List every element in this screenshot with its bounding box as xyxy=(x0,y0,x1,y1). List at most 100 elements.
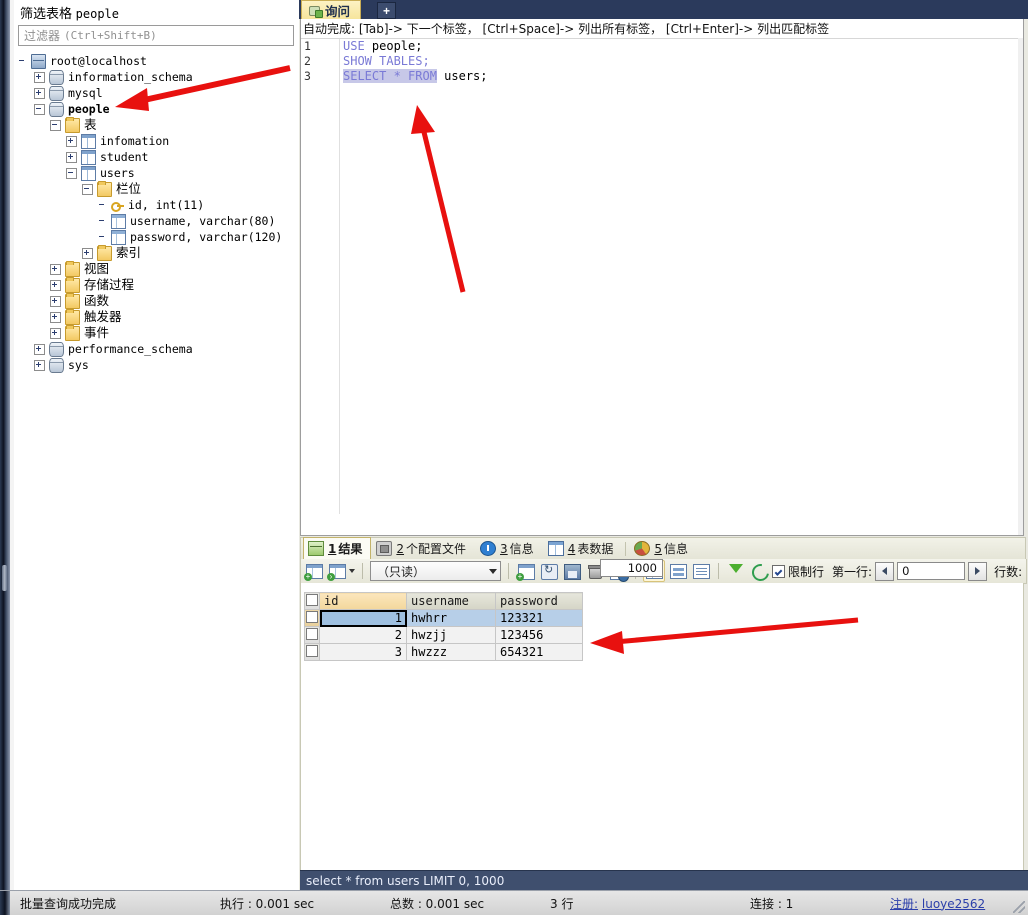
register-link[interactable]: 注册: luoye2562 xyxy=(880,895,995,912)
first-row-prev-button[interactable] xyxy=(875,561,895,581)
tab-query[interactable]: 询问 xyxy=(301,0,362,20)
expand-icon[interactable] xyxy=(34,87,45,99)
table-row[interactable]: 1 hwhrr 123321 xyxy=(304,609,583,627)
results-tab-3[interactable]: 3 信息 xyxy=(475,537,543,560)
tree-item[interactable]: root@localhost xyxy=(14,53,298,69)
add-row-button[interactable]: + xyxy=(516,561,536,581)
checkbox-icon[interactable] xyxy=(306,627,318,640)
editor-vertical-scrollbar[interactable] xyxy=(1018,38,1023,535)
export-grid-button[interactable]: › xyxy=(327,561,347,581)
tree-item[interactable]: sys xyxy=(14,357,298,373)
expand-icon[interactable] xyxy=(50,279,61,291)
save-changes-button[interactable] xyxy=(562,561,582,581)
checkbox-icon[interactable] xyxy=(306,593,318,606)
cell-id[interactable]: 2 xyxy=(319,626,407,644)
table-row[interactable]: 3 hwzzz 654321 xyxy=(304,643,583,661)
expand-icon[interactable] xyxy=(82,247,93,259)
results-tab-5[interactable]: 5 信息 xyxy=(629,537,697,560)
expand-icon[interactable] xyxy=(50,263,61,275)
column-header[interactable]: id xyxy=(319,592,407,610)
export-dropdown-caret-icon[interactable] xyxy=(349,569,355,573)
tree-item[interactable]: infomation xyxy=(14,133,298,149)
column-header[interactable]: password xyxy=(495,592,583,610)
cell-id[interactable]: 1 xyxy=(319,609,407,627)
collapse-icon[interactable] xyxy=(34,103,45,115)
tree-item[interactable]: password, varchar(120) xyxy=(14,229,298,245)
tree-item[interactable]: student xyxy=(14,149,298,165)
tree-item[interactable]: performance_schema xyxy=(14,341,298,357)
expand-icon[interactable] xyxy=(34,71,45,83)
first-row-input[interactable]: 0 xyxy=(897,562,966,580)
panel-splitter-handle[interactable] xyxy=(2,565,7,591)
cell-password[interactable]: 123321 xyxy=(495,609,583,627)
row-select-cell[interactable] xyxy=(304,609,320,627)
text-view-button[interactable] xyxy=(691,561,711,581)
refresh-button[interactable] xyxy=(748,560,773,585)
row-count-input[interactable]: 1000 xyxy=(600,559,663,577)
cell-username[interactable]: hwzzz xyxy=(406,643,496,661)
results-tab-4[interactable]: 4 表数据 xyxy=(543,537,623,560)
cell-username[interactable]: hwzjj xyxy=(406,626,496,644)
tree-item[interactable]: 触发器 xyxy=(14,308,298,325)
tree-item[interactable]: 函数 xyxy=(14,292,298,309)
tree-item[interactable]: 表 xyxy=(14,116,298,133)
row-select-cell[interactable] xyxy=(304,626,320,644)
tree-spacer xyxy=(98,233,107,242)
tree-item[interactable]: 栏位 xyxy=(14,180,298,197)
expand-icon[interactable] xyxy=(34,343,45,355)
tree-item[interactable]: users xyxy=(14,165,298,181)
tree-item[interactable]: id, int(11) xyxy=(14,197,298,213)
tree-item[interactable]: 存储过程 xyxy=(14,276,298,293)
form-view-button[interactable] xyxy=(668,561,688,581)
add-tab-button[interactable]: + xyxy=(377,2,396,19)
limit-rows-checkbox[interactable] xyxy=(772,564,785,578)
tree-item[interactable]: 事件 xyxy=(14,324,298,341)
tree-item[interactable]: username, varchar(80) xyxy=(14,213,298,229)
results-data-grid[interactable]: id username password 1 hwhrr 123321 2 hwzjj 1234… xyxy=(300,583,1024,871)
expand-icon[interactable] xyxy=(66,135,77,147)
collapse-icon[interactable] xyxy=(66,167,77,179)
collapse-icon[interactable] xyxy=(82,183,93,195)
resize-grip-icon[interactable] xyxy=(1013,901,1025,913)
table-row[interactable]: 2 hwzjj 123456 xyxy=(304,626,583,644)
cell-password[interactable]: 654321 xyxy=(495,643,583,661)
sql-line[interactable]: USE people; xyxy=(343,39,1023,54)
import-grid-button[interactable]: + xyxy=(304,561,324,581)
cell-id[interactable]: 3 xyxy=(319,643,407,661)
sql-code-area[interactable]: 123 USE people; SHOW TABLES; SELECT * FROM… xyxy=(301,39,1023,514)
tree-item[interactable]: people xyxy=(14,101,298,117)
query-icon xyxy=(308,4,323,18)
profile-icon xyxy=(376,541,393,556)
checkbox-icon[interactable] xyxy=(306,644,318,657)
folder-icon xyxy=(97,244,112,261)
results-tab-2[interactable]: 2 个配置文件 xyxy=(371,537,475,560)
row-select-cell[interactable] xyxy=(304,643,320,661)
expand-icon[interactable] xyxy=(50,295,61,307)
expand-icon[interactable] xyxy=(50,311,61,323)
cell-username[interactable]: hwhrr xyxy=(406,609,496,627)
tree-item-label: 触发器 xyxy=(84,309,122,324)
filter-input[interactable]: 过滤器 (Ctrl+Shift+B) xyxy=(18,25,294,46)
status-exec-time: 执行 : 0.001 sec xyxy=(220,896,315,911)
sql-line[interactable]: SELECT * FROM users; xyxy=(343,69,1023,84)
expand-icon[interactable] xyxy=(34,359,45,371)
edit-mode-select[interactable]: （只读） xyxy=(370,561,501,581)
filter-button[interactable] xyxy=(726,561,746,581)
collapse-icon[interactable] xyxy=(50,119,61,131)
sql-code-lines[interactable]: USE people; SHOW TABLES; SELECT * FROM use… xyxy=(343,39,1023,84)
tree-item[interactable]: 视图 xyxy=(14,260,298,277)
cell-password[interactable]: 123456 xyxy=(495,626,583,644)
funnel-icon xyxy=(729,564,743,573)
expand-icon[interactable] xyxy=(66,151,77,163)
first-row-next-button[interactable] xyxy=(968,561,988,581)
tree-item[interactable]: mysql xyxy=(14,85,298,101)
column-header[interactable]: username xyxy=(406,592,496,610)
expand-icon[interactable] xyxy=(50,327,61,339)
tree-item[interactable]: 索引 xyxy=(14,244,298,261)
duplicate-row-button[interactable] xyxy=(539,561,559,581)
select-all-header[interactable] xyxy=(304,592,320,610)
results-tab-1[interactable]: 1 结果 xyxy=(303,537,372,560)
checkbox-icon[interactable] xyxy=(306,610,318,623)
sql-line[interactable]: SHOW TABLES; xyxy=(343,54,1023,69)
tree-item[interactable]: information_schema xyxy=(14,69,298,85)
